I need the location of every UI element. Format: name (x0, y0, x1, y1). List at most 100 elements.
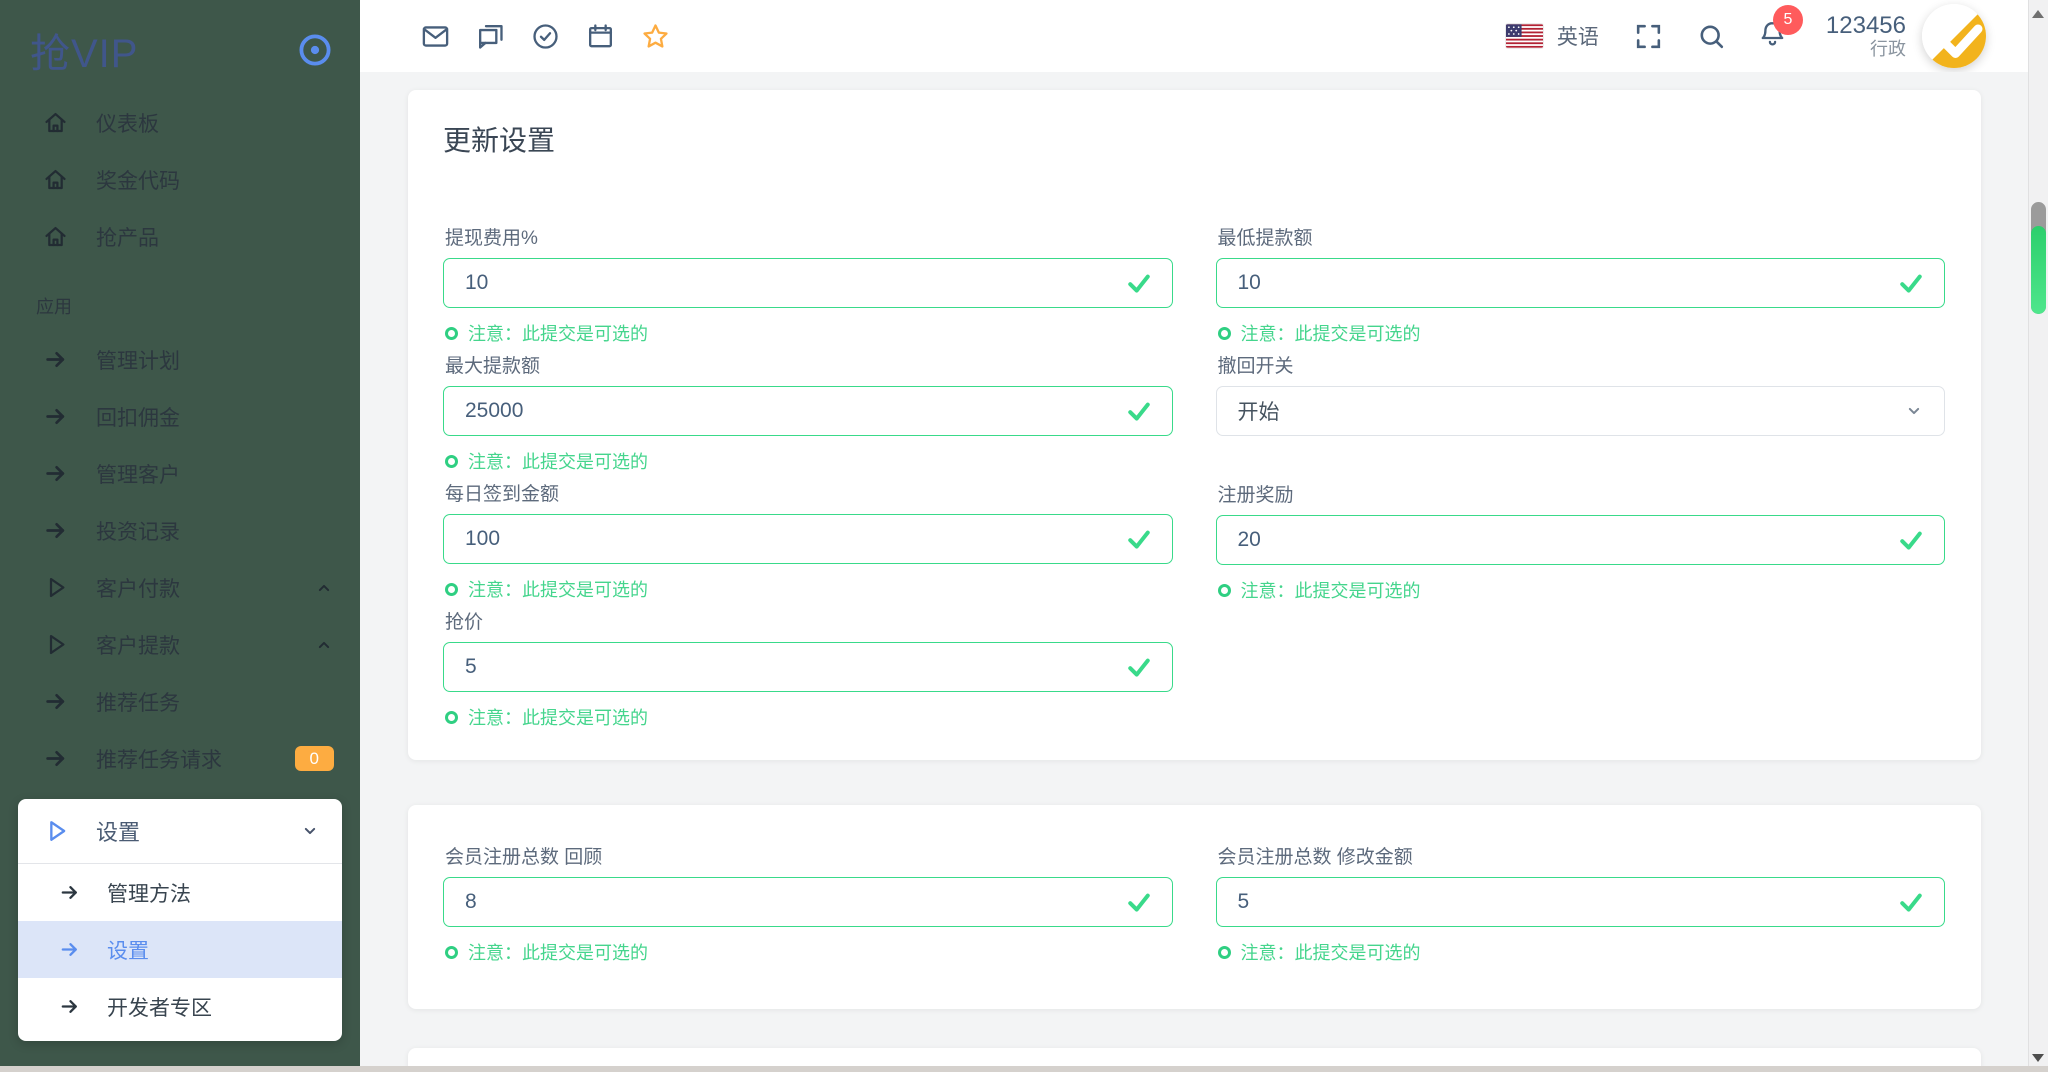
member-totals-form: 会员注册总数 回顾注意：此提交是可选的 会员注册总数 修改金额注意：此提交是可选… (443, 845, 1945, 973)
notifications[interactable]: 5 (1757, 5, 1803, 54)
field-note: 注意：此提交是可选的 (1217, 321, 1946, 345)
user-role: 行政 (1870, 39, 1906, 59)
sidebar-item[interactable]: 奖金代码 (0, 151, 360, 208)
sidebar-subitem[interactable]: 开发者专区 (18, 978, 342, 1035)
valid-check-icon (1125, 525, 1153, 553)
fullscreen-icon[interactable] (1633, 21, 1664, 52)
user-menu[interactable]: 123456 行政 (1826, 12, 1906, 60)
sidebar-item[interactable]: 推荐任务 (0, 673, 360, 730)
sidebar-toggle-target-icon[interactable] (296, 31, 334, 69)
text-input[interactable] (443, 386, 1173, 436)
sidebar-item-label: 管理客户 (96, 463, 180, 487)
note-circle-icon (445, 326, 458, 340)
note-circle-icon (445, 710, 458, 724)
play-icon (42, 631, 69, 658)
page-title: 更新设置 (443, 125, 556, 156)
sidebar-item-label: 回扣佣金 (96, 406, 180, 430)
sidebar-subitem-label: 开发者专区 (107, 996, 212, 1020)
text-input[interactable] (1215, 877, 1945, 927)
scroll-down-arrow-icon[interactable] (2032, 1054, 2044, 1062)
sidebar-item[interactable]: 推荐任务请求 0 (0, 730, 360, 787)
sidebar-item-settings-group[interactable]: 设置 (18, 799, 342, 863)
sidebar-item-label: 客户提款 (96, 634, 180, 658)
field-label: 每日签到金额 (445, 484, 560, 505)
sidebar-item-label: 抢产品 (96, 226, 159, 250)
sidebar-item[interactable]: 仪表板 (0, 94, 360, 151)
sidebar-item[interactable]: 客户付款 (0, 559, 360, 616)
field-note: 注意：此提交是可选的 (445, 449, 1173, 473)
topbar-quick-icons (420, 21, 671, 52)
text-input[interactable] (443, 877, 1173, 927)
field-label: 注册奖励 (1217, 485, 1294, 506)
field-control (1215, 258, 1945, 308)
user-name: 123456 (1825, 12, 1906, 39)
sidebar-item[interactable]: 客户提款 (0, 616, 360, 673)
search-icon[interactable] (1696, 21, 1727, 52)
note-circle-icon (1217, 583, 1231, 597)
text-input[interactable] (443, 642, 1173, 692)
app-window: 抢VIP 仪表板 奖金代码 抢产品 应用 管理计划 回扣佣金 管理客户 投资记录 客户付款 客户提… (0, 0, 2048, 1072)
note-text: 注意：此提交是可选的 (1240, 324, 1421, 344)
settings-submenu: 管理方法设置开发者专区 (18, 864, 342, 1035)
sidebar-subitem[interactable]: 设置 (18, 921, 342, 978)
scrollbar[interactable] (2028, 0, 2048, 1072)
note-circle-icon (1217, 326, 1231, 340)
us-flag-icon[interactable] (1505, 24, 1543, 48)
note-text: 注意：此提交是可选的 (468, 943, 648, 963)
field-label: 撤回开关 (1217, 356, 1294, 377)
arrow-icon (58, 881, 81, 904)
text-input[interactable] (1215, 258, 1945, 308)
select-value: 开始 (1237, 401, 1280, 424)
sidebar: 抢VIP 仪表板 奖金代码 抢产品 应用 管理计划 回扣佣金 管理客户 投资记录 客户付款 客户提… (0, 0, 360, 1072)
chat-icon[interactable] (475, 21, 506, 52)
sidebar-subitem-label: 设置 (107, 939, 149, 963)
form-field: 每日签到金额注意：此提交是可选的 (443, 482, 1173, 601)
form-field: 最低提款额注意：此提交是可选的 (1215, 226, 1946, 345)
field-note: 注意：此提交是可选的 (1217, 578, 1946, 602)
field-note: 注意：此提交是可选的 (445, 577, 1173, 601)
star-icon[interactable] (640, 21, 671, 52)
calendar-icon[interactable] (585, 21, 616, 52)
note-text: 注意：此提交是可选的 (1240, 581, 1421, 601)
valid-check-icon (1897, 526, 1925, 554)
sidebar-item[interactable]: 投资记录 (0, 502, 360, 559)
settings-panel: 设置 管理方法 设置 开发者专区 (18, 799, 342, 1041)
home-icon (42, 166, 69, 193)
mail-icon[interactable] (420, 21, 451, 52)
text-input[interactable] (1215, 515, 1945, 565)
language-selector[interactable]: 英语 (1557, 21, 1599, 51)
check-circle-icon[interactable] (530, 21, 561, 52)
text-input[interactable] (443, 514, 1173, 564)
sidebar-item-label: 仪表板 (96, 112, 159, 136)
avatar[interactable] (1922, 4, 1986, 68)
form-field: 注册奖励注意：此提交是可选的 (1215, 483, 1946, 602)
select[interactable]: 开始 (1215, 386, 1945, 436)
chevron-down-icon (1904, 401, 1924, 421)
scroll-up-arrow-icon[interactable] (2032, 10, 2044, 18)
sidebar-item[interactable]: 回扣佣金 (0, 388, 360, 445)
field-note: 注意：此提交是可选的 (1217, 940, 1946, 964)
field-label: 会员注册总数 回顾 (445, 847, 603, 868)
field-label: 最低提款额 (1217, 228, 1313, 249)
sidebar-item[interactable]: 抢产品 (0, 208, 360, 265)
text-input[interactable] (443, 258, 1173, 308)
arrow-icon (58, 995, 81, 1018)
window-bottom-edge (0, 1066, 2048, 1072)
field-label: 会员注册总数 修改金额 (1217, 847, 1413, 868)
sidebar-subitem[interactable]: 管理方法 (18, 864, 342, 921)
field-note: 注意：此提交是可选的 (445, 940, 1173, 964)
field-control (1215, 877, 1945, 927)
field-control (443, 642, 1173, 692)
field-control (1215, 515, 1945, 565)
sidebar-item[interactable]: 管理计划 (0, 331, 360, 388)
field-control: 开始 (1215, 386, 1945, 436)
sidebar-item-label: 设置 (96, 820, 141, 845)
arrow-icon (42, 517, 69, 544)
field-note: 注意：此提交是可选的 (445, 321, 1173, 345)
form-field: 会员注册总数 回顾注意：此提交是可选的 (443, 845, 1173, 964)
app-logo[interactable]: 抢VIP (30, 21, 138, 79)
scrollbar-thumb-indicator (2031, 226, 2046, 314)
valid-check-icon (1125, 653, 1153, 681)
arrow-icon (42, 745, 69, 772)
sidebar-item[interactable]: 管理客户 (0, 445, 360, 502)
